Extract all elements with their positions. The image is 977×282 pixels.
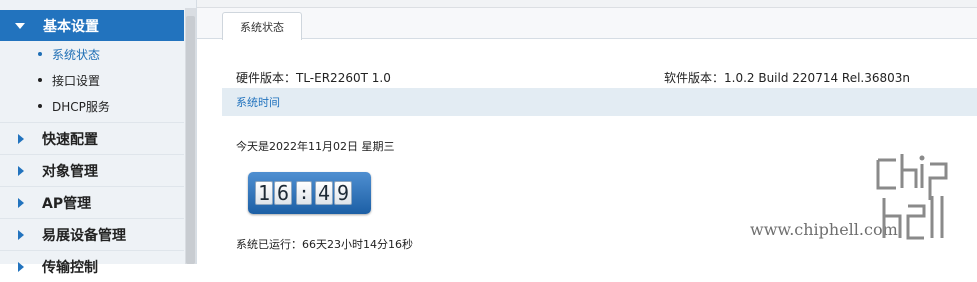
bullet-icon: [38, 52, 42, 56]
chevron-right-icon: [18, 261, 24, 272]
sidebar-scrollbar[interactable]: [185, 8, 196, 264]
chevron-right-icon: [18, 165, 24, 176]
menu-label: 快速配置: [42, 131, 98, 148]
clock-display: 1 6 : 4 9: [248, 172, 371, 214]
menu-label: 传输控制: [42, 259, 98, 276]
clock-digit: 9: [334, 181, 352, 205]
system-uptime: 系统已运行：66天23小时14分16秒: [236, 238, 413, 251]
sidebar-item-label: DHCP服务: [52, 99, 110, 114]
chevron-down-icon: [15, 22, 25, 29]
clock-digit: 4: [315, 181, 333, 205]
menu-quick-setup[interactable]: 快速配置: [0, 122, 184, 154]
menu-label: 易展设备管理: [42, 227, 126, 244]
top-bar: [197, 0, 977, 8]
hardware-version: 硬件版本：TL-ER2260T 1.0: [236, 71, 391, 85]
menu-transfer-control[interactable]: 传输控制: [0, 250, 184, 282]
scrollbar-thumb[interactable]: [186, 16, 195, 264]
software-version: 软件版本：1.0.2 Build 220714 Rel.36803n: [664, 71, 911, 85]
sidebar: 基本设置 系统状态 接口设置 DHCP服务 快速配置 对象管理 AP管理 易展设…: [0, 0, 197, 276]
clock-digit: 1: [255, 181, 273, 205]
sidebar-item-system-status[interactable]: 系统状态: [0, 41, 184, 67]
bullet-icon: [38, 78, 42, 82]
menu-easy-device-management[interactable]: 易展设备管理: [0, 218, 184, 250]
chevron-right-icon: [18, 133, 24, 144]
chiphell-logo-icon: [876, 154, 948, 240]
menu-ap-management[interactable]: AP管理: [0, 186, 184, 218]
menu-basic-settings[interactable]: 基本设置: [0, 10, 184, 41]
sidebar-item-label: 接口设置: [52, 73, 101, 88]
menu-label: 对象管理: [42, 163, 98, 180]
chevron-right-icon: [18, 229, 24, 240]
tab-strip: 系统状态: [197, 8, 977, 40]
sidebar-item-interface-settings[interactable]: 接口设置: [0, 67, 184, 93]
menu-label: 基本设置: [43, 18, 99, 35]
sidebar-item-dhcp[interactable]: DHCP服务: [0, 93, 184, 119]
menu-label: AP管理: [42, 195, 92, 212]
section-system-time: 系统时间: [222, 88, 977, 116]
section-title: 系统时间: [236, 96, 280, 109]
sidebar-item-label: 系统状态: [52, 47, 101, 62]
menu-object-management[interactable]: 对象管理: [0, 154, 184, 186]
chevron-right-icon: [18, 197, 24, 208]
current-date: 今天是2022年11月02日 星期三: [236, 140, 395, 153]
bullet-icon: [38, 104, 42, 108]
tab-system-status[interactable]: 系统状态: [222, 12, 302, 40]
clock-digit: 6: [274, 181, 292, 205]
clock-colon: :: [296, 181, 312, 205]
